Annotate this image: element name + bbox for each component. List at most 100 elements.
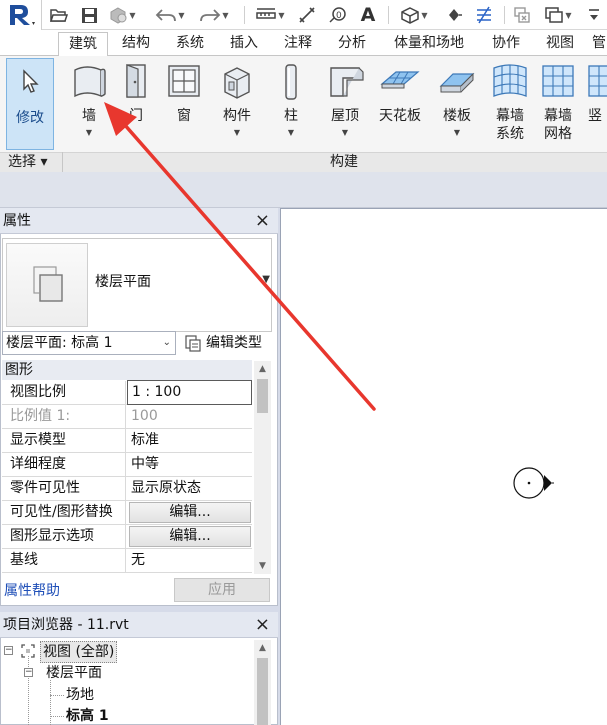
tree-node-floor-plans[interactable]: 楼层平面 — [46, 663, 102, 683]
chevron-down-icon: ⌄ — [162, 337, 171, 348]
column-icon — [285, 64, 297, 100]
edit-type-button[interactable]: 编辑类型 — [184, 331, 262, 355]
property-row: 显示模型 标准 — [2, 429, 252, 453]
tab-manage[interactable]: 管 — [592, 32, 607, 56]
roof-dropdown-icon[interactable]: ▼ — [318, 128, 372, 137]
cursor-arrow-icon — [23, 69, 39, 93]
curtain-system-tool-button[interactable]: 幕墙 系统 — [488, 58, 532, 152]
drawing-canvas[interactable] — [280, 208, 607, 725]
component-icon — [224, 67, 250, 99]
switch-windows-icon[interactable]: ▼ — [540, 4, 576, 26]
instance-filter-select[interactable]: 楼层平面: 标高 1 ⌄ — [2, 331, 176, 355]
column-tool-button[interactable]: 柱 ▼ — [268, 58, 314, 152]
properties-scrollbar[interactable]: ▲ ▼ — [254, 361, 271, 574]
build-panel-label: 构建 — [330, 154, 358, 170]
scroll-thumb[interactable] — [257, 658, 268, 725]
scroll-down-icon[interactable]: ▼ — [254, 558, 271, 574]
tab-insert[interactable]: 插入 — [220, 32, 268, 56]
tree-collapse-icon[interactable]: − — [24, 668, 33, 677]
tag-icon[interactable]: 0 — [326, 4, 348, 26]
column-dropdown-icon[interactable]: ▼ — [268, 128, 314, 137]
scroll-thumb[interactable] — [257, 379, 268, 413]
curtain-system-icon — [493, 64, 527, 97]
properties-close-button[interactable]: × — [255, 208, 270, 234]
undo-icon[interactable]: ▼ — [152, 4, 188, 26]
parts-visibility-field[interactable]: 显示原状态 — [128, 477, 252, 500]
quick-access-toolbar: ▼ ▼ ▼ ▼ 0 A ▼ ▼ — [0, 0, 607, 30]
wall-tool-button[interactable]: 墙 ▼ — [62, 58, 116, 152]
window-icon — [168, 65, 200, 97]
roof-tool-button[interactable]: 屋顶 ▼ — [318, 58, 372, 152]
property-row: 基线 无 — [2, 549, 252, 573]
customize-toolbar-icon[interactable] — [584, 4, 604, 26]
project-browser-title: 项目浏览器 - 11.rvt × — [0, 612, 278, 638]
thin-lines-icon[interactable] — [472, 4, 496, 26]
close-hidden-windows-icon[interactable] — [510, 4, 534, 26]
ribbon-tabs: 建筑 结构 系统 插入 注释 分析 体量和场地 协作 视图 管 — [0, 30, 607, 56]
wall-dropdown-icon[interactable]: ▼ — [62, 128, 116, 137]
door-tool-button[interactable]: 门 — [116, 58, 156, 152]
ceiling-tool-button[interactable]: 天花板 — [372, 58, 428, 152]
mullion-icon — [588, 65, 607, 97]
tree-node-views-all[interactable]: 视图 (全部) — [40, 641, 118, 663]
vg-overrides-edit-button[interactable]: 编辑... — [129, 502, 251, 523]
tab-analyze[interactable]: 分析 — [328, 32, 376, 56]
type-name: 楼层平面 — [95, 274, 151, 290]
type-dropdown-icon[interactable]: ▼ — [262, 274, 270, 285]
view-scale-field[interactable]: 1 : 100 — [127, 380, 252, 405]
properties-help-link[interactable]: 属性帮助 — [4, 580, 60, 600]
property-row: 视图比例 1 : 100 — [2, 380, 252, 405]
display-model-field[interactable]: 标准 — [128, 429, 252, 452]
select-panel-label[interactable]: 选择 ▾ — [8, 152, 47, 172]
ribbon-panel: 修改 墙 ▼ 门 窗 构件 ▼ 柱 ▼ 屋顶 ▼ 天花板 楼板 ▼ 幕墙 系统 … — [0, 55, 607, 172]
component-tool-button[interactable]: 构件 ▼ — [210, 58, 264, 152]
window-tool-button[interactable]: 窗 — [160, 58, 208, 152]
tree-node-level-1[interactable]: 标高 1 — [66, 706, 109, 725]
options-bar — [0, 172, 607, 208]
scroll-up-icon[interactable]: ▲ — [254, 361, 271, 377]
type-selector[interactable]: 楼层平面 ▼ — [2, 238, 272, 332]
floor-plan-view-icon — [33, 266, 63, 302]
elevation-marker-icon[interactable] — [511, 464, 559, 504]
revit-logo-icon — [10, 5, 35, 25]
tab-view[interactable]: 视图 — [536, 32, 584, 56]
modify-button[interactable]: 修改 — [6, 58, 54, 150]
mullion-tool-button[interactable]: 竖 — [584, 58, 607, 152]
scroll-up-icon[interactable]: ▲ — [254, 640, 271, 656]
properties-title: 属性 × — [0, 208, 278, 234]
property-row: 详细程度 中等 — [2, 453, 252, 477]
graphic-display-options-edit-button[interactable]: 编辑... — [129, 526, 251, 547]
floor-dropdown-icon[interactable]: ▼ — [430, 128, 484, 137]
tab-massing-site[interactable]: 体量和场地 — [384, 32, 474, 56]
text-icon[interactable]: A — [356, 4, 380, 26]
ceiling-icon — [380, 71, 420, 89]
tab-structure[interactable]: 结构 — [112, 32, 160, 56]
save-icon[interactable] — [78, 4, 100, 26]
tab-systems[interactable]: 系统 — [166, 32, 214, 56]
application-menu-button[interactable] — [0, 0, 42, 30]
sync-icon[interactable]: ▼ — [106, 4, 138, 26]
measure-icon[interactable]: ▼ — [252, 4, 288, 26]
open-icon[interactable] — [48, 4, 70, 26]
detail-level-field[interactable]: 中等 — [128, 453, 252, 476]
tree-node-site[interactable]: 场地 — [66, 685, 94, 705]
redo-icon[interactable]: ▼ — [196, 4, 232, 26]
tree-collapse-icon[interactable]: − — [4, 646, 13, 655]
curtain-grid-tool-button[interactable]: 幕墙 网格 — [536, 58, 580, 152]
tab-architecture[interactable]: 建筑 — [58, 32, 108, 56]
wall-icon — [74, 66, 106, 98]
floor-icon — [439, 72, 475, 93]
component-dropdown-icon[interactable]: ▼ — [210, 128, 264, 137]
aligned-dimension-icon[interactable] — [296, 4, 318, 26]
tab-collaborate[interactable]: 协作 — [482, 32, 530, 56]
project-browser-scrollbar[interactable]: ▲ — [254, 640, 271, 725]
property-row: 比例值 1: 100 — [2, 405, 252, 429]
tab-annotate[interactable]: 注释 — [274, 32, 322, 56]
project-browser-close-button[interactable]: × — [255, 612, 270, 638]
graphics-group-header[interactable]: 图形 ⌃ — [2, 360, 266, 380]
floor-tool-button[interactable]: 楼板 ▼ — [430, 58, 484, 152]
section-icon[interactable] — [440, 4, 468, 26]
apply-button[interactable]: 应用 — [174, 578, 270, 602]
underlay-field[interactable]: 无 — [128, 549, 252, 572]
3d-view-icon[interactable]: ▼ — [396, 4, 432, 26]
